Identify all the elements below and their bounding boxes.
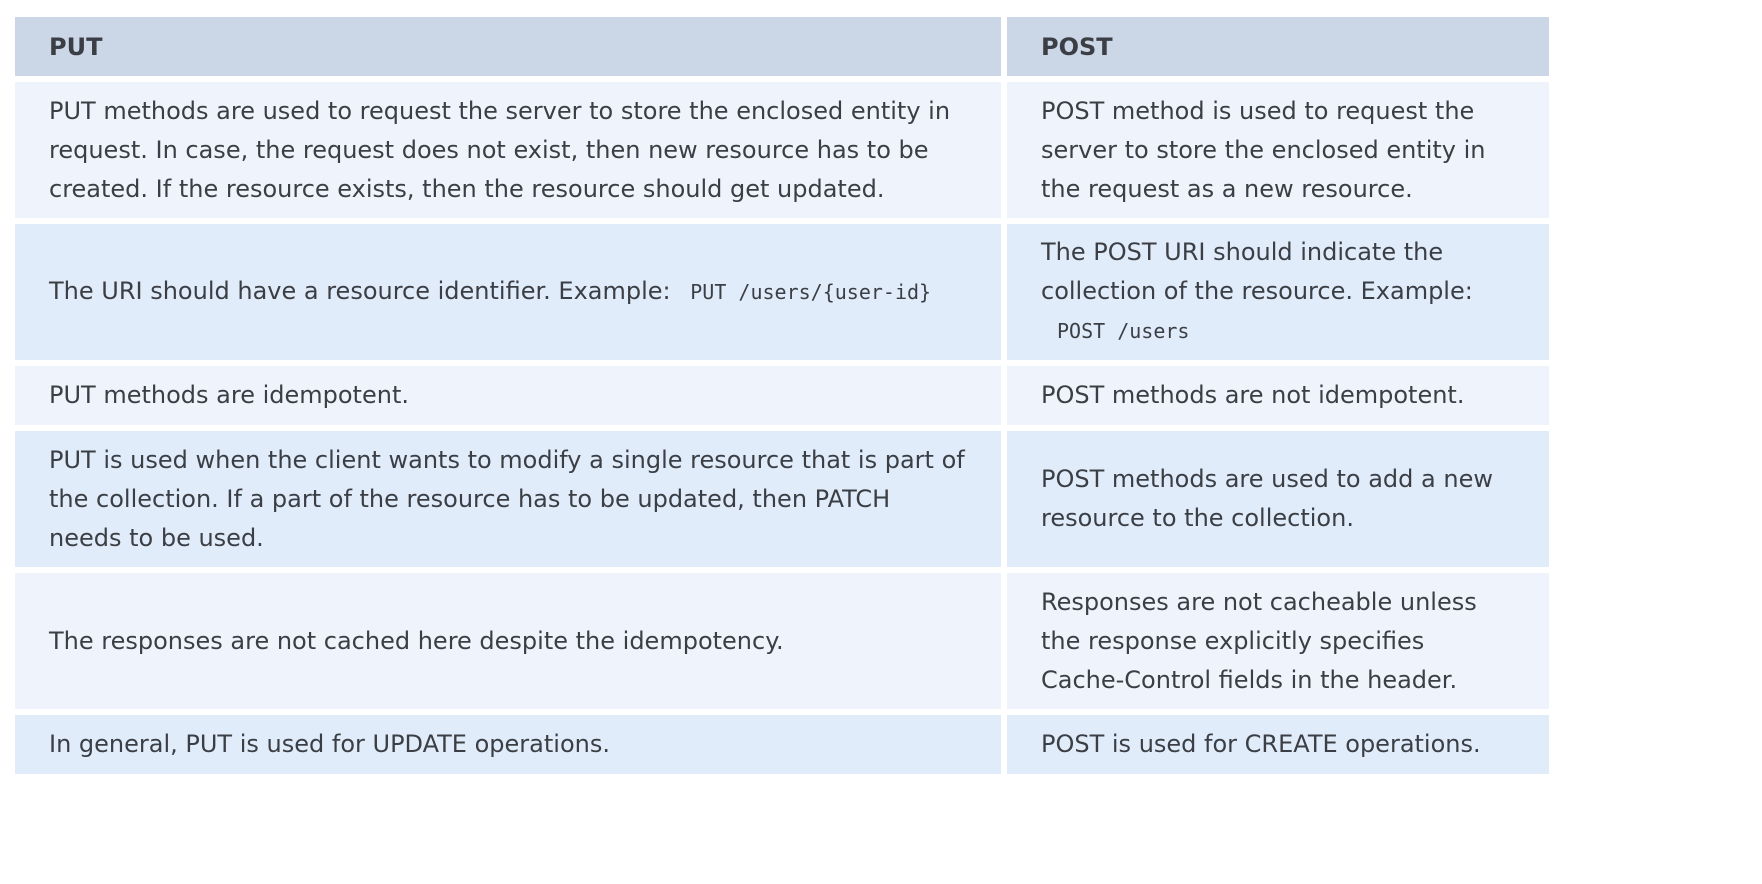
table-row: PUT is used when the client wants to mod… <box>15 431 1549 567</box>
put-vs-post-table: PUT POST PUT methods are used to request… <box>9 11 1555 780</box>
post-cell-text: The POST URI should indicate the collect… <box>1041 238 1473 305</box>
table-row: The responses are not cached here despit… <box>15 573 1549 709</box>
put-cell: PUT methods are idempotent. <box>15 366 1001 425</box>
column-header-post: POST <box>1007 17 1549 76</box>
table-row: In general, PUT is used for UPDATE opera… <box>15 715 1549 774</box>
post-cell: The POST URI should indicate the collect… <box>1007 224 1549 360</box>
comparison-table-container: PUT POST PUT methods are used to request… <box>15 17 1549 774</box>
post-cell: POST methods are used to add a new resou… <box>1007 431 1549 567</box>
table-row: The URI should have a resource identifie… <box>15 224 1549 360</box>
put-cell: In general, PUT is used for UPDATE opera… <box>15 715 1001 774</box>
table-row: PUT methods are used to request the serv… <box>15 82 1549 218</box>
column-header-put: PUT <box>15 17 1001 76</box>
put-cell-text: The URI should have a resource identifie… <box>49 277 671 305</box>
put-cell: The URI should have a resource identifie… <box>15 224 1001 360</box>
table-header-row: PUT POST <box>15 17 1549 76</box>
put-cell: PUT is used when the client wants to mod… <box>15 431 1001 567</box>
post-code-example: POST /users <box>1057 319 1190 343</box>
post-cell: POST is used for CREATE operations. <box>1007 715 1549 774</box>
post-cell: POST methods are not idempotent. <box>1007 366 1549 425</box>
put-cell: The responses are not cached here despit… <box>15 573 1001 709</box>
table-row: PUT methods are idempotent. POST methods… <box>15 366 1549 425</box>
put-code-example: PUT /users/{user-id} <box>690 280 932 304</box>
post-cell: Responses are not cacheable unless the r… <box>1007 573 1549 709</box>
put-cell: PUT methods are used to request the serv… <box>15 82 1001 218</box>
post-cell: POST method is used to request the serve… <box>1007 82 1549 218</box>
